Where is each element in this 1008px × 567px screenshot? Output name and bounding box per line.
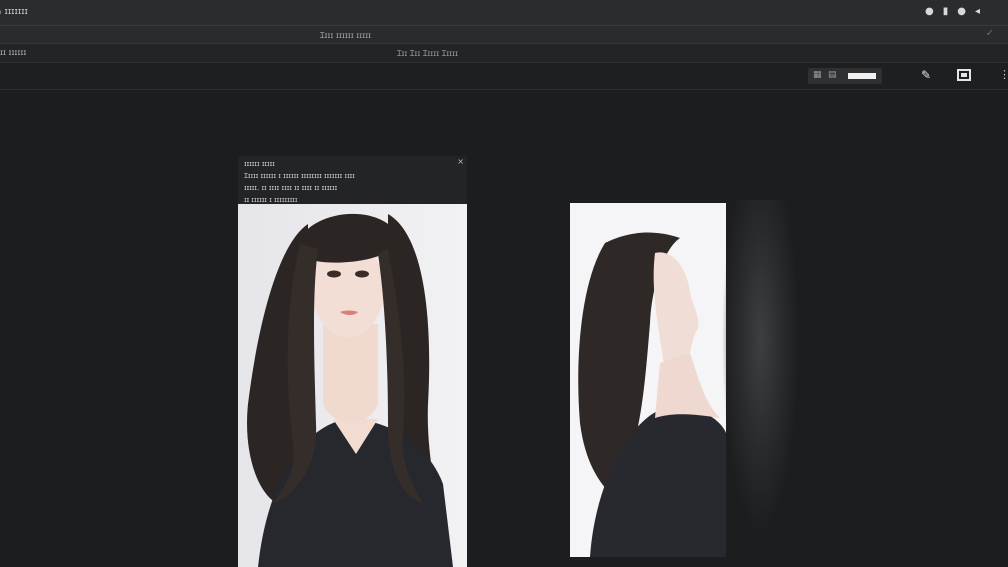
info-icon[interactable]: ▮ [943, 6, 949, 17]
hair-overflow [722, 200, 808, 550]
layers-icon[interactable]: ▤ [828, 70, 837, 80]
sub-center-label: Ɪɪɪ Ɪɪɪ Ɪɪɪɪɪ Ɪɪɪɪɪ [397, 49, 459, 58]
app-menu-label[interactable]: ᵢ ɪɪɪɪɪɪɪ [0, 7, 28, 17]
zoom-input[interactable] [848, 73, 876, 79]
image-info-panel: × ɪɪɪɪɪɪ ɪɪɪɪɪ Ɪɪɪɪɪ ɪɪɪɪɪɪ ɪ ɪɪɪɪɪɪ ɪɪɪ… [238, 156, 467, 204]
document-title: Ɪɪɪɪ ɪɪɪɪɪɪ ɪɪɪɪɪ [320, 31, 372, 40]
top-bar: ᵢ ɪɪɪɪɪɪɪ ● ▮ ● ◂ [0, 0, 1008, 26]
view-tool-group: ▦ ▤ [808, 68, 882, 84]
title-bar: Ɪɪɪɪ ɪɪɪɪɪɪ ɪɪɪɪɪ ✓ [0, 26, 1008, 44]
frame-icon[interactable] [957, 69, 971, 81]
bell-icon[interactable]: ● [957, 6, 966, 17]
sub-left-label[interactable]: ɪɪ ɪɪɪɪɪɪ [0, 48, 26, 57]
info-row: Ɪɪɪɪɪ ɪɪɪɪɪɪ ɪ ɪɪɪɪɪɪ ɪɪɪɪɪɪɪɪ ɪɪɪɪɪɪɪ ɪ… [244, 172, 355, 180]
portrait-illustration [238, 204, 467, 567]
portrait-image-front[interactable] [238, 204, 467, 567]
profile-illustration [570, 203, 726, 557]
more-icon[interactable]: ⋮ [999, 68, 1008, 81]
info-row: ɪɪɪɪɪɪ ɪɪɪɪɪ [244, 160, 275, 168]
toolbar: ▦ ▤ [0, 63, 1008, 90]
sub-bar: ɪɪ ɪɪɪɪɪɪ Ɪɪɪ Ɪɪɪ Ɪɪɪɪɪ Ɪɪɪɪɪ [0, 44, 1008, 63]
info-row: ɪɪɪɪɪ. ɪɪ ɪɪɪɪ ɪɪɪɪ ɪɪ ɪɪɪɪ ɪɪ ɪɪɪɪɪɪ [244, 184, 338, 192]
top-icon-group: ● ▮ ● ◂ [925, 6, 980, 17]
settings-icon[interactable]: ● [925, 6, 934, 17]
back-icon[interactable]: ◂ [975, 6, 980, 17]
grid-icon[interactable]: ▦ [813, 70, 822, 80]
close-icon[interactable]: × [457, 157, 464, 166]
portrait-image-profile[interactable] [570, 203, 726, 557]
check-icon[interactable]: ✓ [986, 28, 994, 39]
pen-icon[interactable]: ✎ [921, 68, 931, 82]
